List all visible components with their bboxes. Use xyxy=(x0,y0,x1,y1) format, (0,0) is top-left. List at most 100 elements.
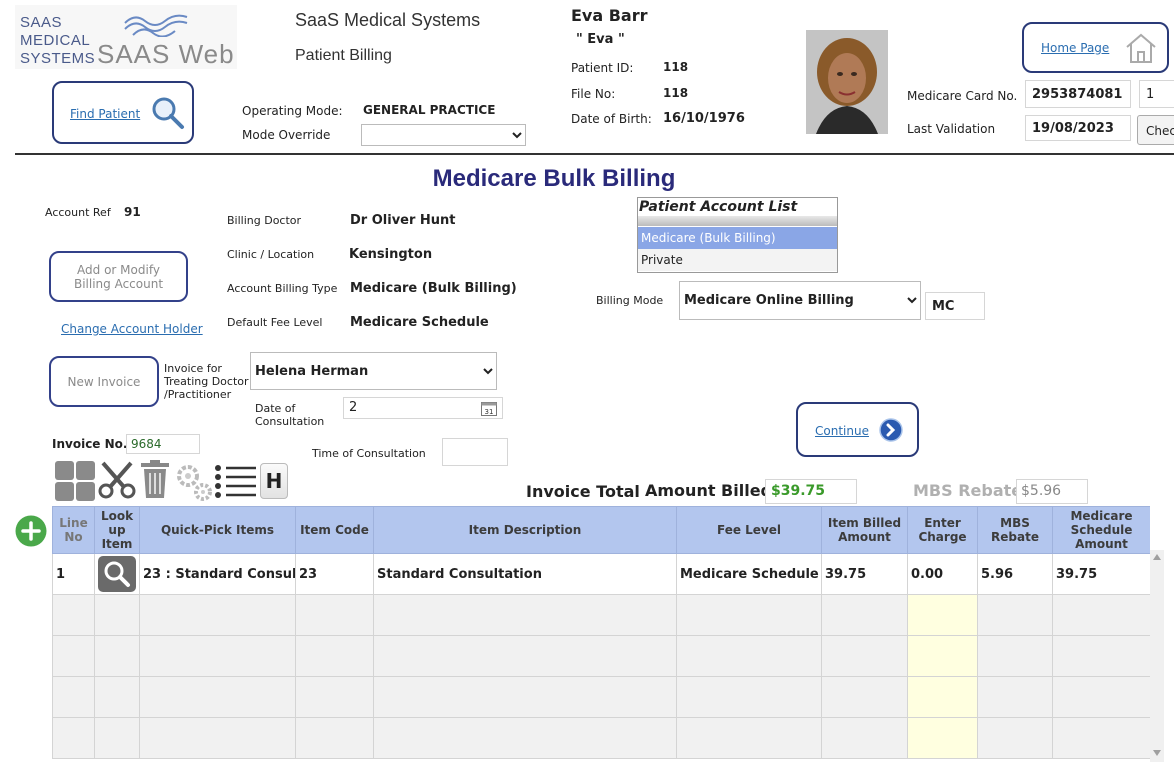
column-header: Item Code xyxy=(295,506,374,554)
amount-billed-field: $39.75 xyxy=(765,479,857,504)
cell-item-description xyxy=(373,676,677,718)
cell-item-code[interactable] xyxy=(295,635,374,677)
logo-line-3: SYSTEMS xyxy=(20,50,96,67)
cell-item-description xyxy=(373,635,677,677)
items-table: Line No Look up Item Quick-Pick Items It… xyxy=(52,506,1150,759)
cell-item-code[interactable] xyxy=(295,594,374,636)
file-no-label: File No: xyxy=(571,87,616,101)
time-of-consultation-label: Time of Consultation xyxy=(312,447,426,460)
date-of-consultation-field[interactable]: 2 xyxy=(343,397,503,419)
cell-quick-pick[interactable]: 23 : Standard Consultati xyxy=(139,553,296,595)
fee-level-value: Medicare Schedule xyxy=(350,315,489,330)
cell-mbs-rebate: 5.96 xyxy=(977,553,1053,595)
gears-icon[interactable] xyxy=(175,462,213,502)
add-modify-billing-account-button[interactable]: Add or Modify Billing Account xyxy=(49,251,188,302)
table-row[interactable] xyxy=(52,635,1150,677)
treating-doctor-select[interactable]: Helena Herman xyxy=(250,352,497,390)
check-button[interactable]: Chec xyxy=(1137,115,1174,145)
svg-text:31: 31 xyxy=(485,408,494,416)
cell-fee-level[interactable] xyxy=(676,594,822,636)
last-validation-field[interactable]: 19/08/2023 xyxy=(1025,115,1131,141)
cell-quick-pick[interactable] xyxy=(139,717,296,759)
scroll-up-icon[interactable] xyxy=(1153,554,1161,560)
h-icon[interactable]: H xyxy=(260,463,288,499)
page-title: Medicare Bulk Billing xyxy=(432,165,676,192)
amount-billed-label: Amount Billed xyxy=(645,481,772,500)
cell-quick-pick[interactable] xyxy=(139,676,296,718)
cell-mbs-rebate xyxy=(977,635,1053,677)
billing-type-value: Medicare (Bulk Billing) xyxy=(350,281,517,296)
table-row[interactable] xyxy=(52,717,1150,759)
scissors-icon[interactable] xyxy=(97,460,137,500)
grid-icon[interactable] xyxy=(54,460,96,502)
medicare-irn-field[interactable]: 1 xyxy=(1139,80,1174,108)
cell-line-no xyxy=(52,594,95,636)
cell-item-code[interactable]: 23 xyxy=(295,553,374,595)
cell-item-code[interactable] xyxy=(295,717,374,759)
table-scrollbar[interactable] xyxy=(1150,550,1164,762)
dob-label: Date of Birth: xyxy=(571,112,652,126)
medicare-card-field[interactable]: 2953874081 xyxy=(1025,80,1131,108)
time-of-consultation-field[interactable] xyxy=(442,438,508,466)
table-row[interactable] xyxy=(52,676,1150,718)
list-icon[interactable] xyxy=(214,463,258,501)
cell-quick-pick[interactable] xyxy=(139,635,296,677)
home-page-link[interactable]: Home Page xyxy=(1041,41,1109,55)
cell-fee-level[interactable] xyxy=(676,676,822,718)
billing-type-label: Account Billing Type xyxy=(227,282,338,295)
cell-fee-level[interactable] xyxy=(676,717,822,759)
cell-quick-pick[interactable] xyxy=(139,594,296,636)
continue-link[interactable]: Continue xyxy=(815,424,869,438)
cell-schedule-amount xyxy=(1052,717,1150,759)
cell-enter-charge[interactable] xyxy=(907,635,978,677)
table-row[interactable]: 1 23 : Standard Consultati 23 Standard C… xyxy=(52,553,1150,595)
cell-fee-level[interactable] xyxy=(676,635,822,677)
patient-nickname: " Eva " xyxy=(576,32,625,47)
patient-name: Eva Barr xyxy=(571,6,648,25)
logo-line-1: SAAS xyxy=(20,14,63,31)
cell-lookup[interactable] xyxy=(94,717,140,759)
cell-lookup[interactable] xyxy=(94,594,140,636)
new-invoice-button[interactable]: New Invoice xyxy=(49,356,159,407)
header-divider xyxy=(15,153,1174,155)
billing-mode-label: Billing Mode xyxy=(596,294,664,307)
cell-line-no xyxy=(52,635,95,677)
billing-doctor-value: Dr Oliver Hunt xyxy=(350,213,456,228)
cell-lookup[interactable] xyxy=(94,676,140,718)
new-invoice-label: New Invoice xyxy=(67,375,141,389)
scroll-down-icon[interactable] xyxy=(1153,750,1161,756)
cell-fee-level[interactable]: Medicare Schedule xyxy=(676,553,822,595)
cell-enter-charge[interactable] xyxy=(907,676,978,718)
trash-icon[interactable] xyxy=(139,460,171,500)
continue-button[interactable]: Continue xyxy=(796,402,919,457)
change-account-holder-link[interactable]: Change Account Holder xyxy=(61,322,203,336)
cell-line-no xyxy=(52,676,95,718)
cell-enter-charge[interactable]: 0.00 xyxy=(907,553,978,595)
column-header: Item Description xyxy=(373,506,677,554)
column-header: MBS Rebate xyxy=(977,506,1053,554)
logo-web: SAAS Web xyxy=(97,39,235,69)
cell-enter-charge[interactable] xyxy=(907,594,978,636)
clinic-value: Kensington xyxy=(349,247,433,262)
cell-schedule-amount xyxy=(1052,635,1150,677)
lookup-item-icon[interactable] xyxy=(97,555,137,593)
table-row[interactable] xyxy=(52,594,1150,636)
account-list-item[interactable]: Medicare (Bulk Billing) xyxy=(638,227,837,249)
cell-lookup[interactable] xyxy=(94,553,140,595)
operating-mode-value: GENERAL PRACTICE xyxy=(363,103,496,117)
table-header-row: Line No Look up Item Quick-Pick Items It… xyxy=(52,506,1150,554)
billing-mode-select[interactable]: Medicare Online Billing xyxy=(679,281,921,320)
find-patient-link[interactable]: Find Patient xyxy=(70,107,140,121)
file-no-value: 118 xyxy=(663,86,689,100)
cell-schedule-amount xyxy=(1052,676,1150,718)
mode-override-select[interactable] xyxy=(361,124,526,146)
home-page-button[interactable]: Home Page xyxy=(1022,22,1169,73)
cell-lookup[interactable] xyxy=(94,635,140,677)
cell-item-code[interactable] xyxy=(295,676,374,718)
add-line-icon[interactable] xyxy=(15,515,47,547)
account-list-item[interactable]: Private xyxy=(638,249,837,271)
find-patient-button[interactable]: Find Patient xyxy=(52,81,194,144)
invoice-number-field: 9684 xyxy=(126,434,200,454)
calendar-icon[interactable]: 31 xyxy=(481,401,497,416)
cell-enter-charge[interactable] xyxy=(907,717,978,759)
